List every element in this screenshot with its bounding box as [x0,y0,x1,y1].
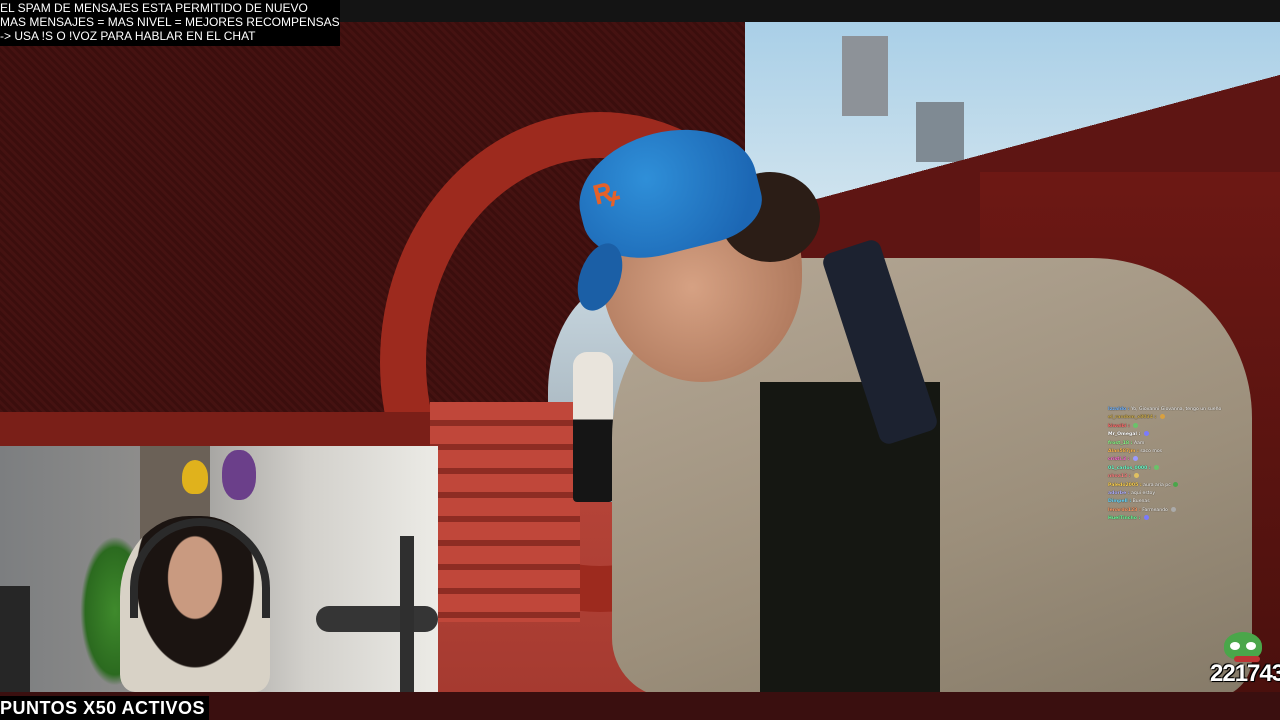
chat-username: cristi.3 : [1108,457,1130,463]
toy-figure [182,460,208,494]
chat-emote-icon [1171,506,1177,512]
chat-text: aqui estoy [1129,491,1156,497]
chat-emote-icon [1143,515,1149,521]
viewer-counter: 221743 [1210,660,1280,687]
chat-text [1151,466,1152,471]
child-figure [573,352,613,502]
chat-text: aura aria pc [1141,482,1171,488]
pepe-eye [1246,642,1256,650]
chat-username: Paledo2005 : [1108,482,1142,488]
chat-message: frost_18 : Aam [1108,440,1278,448]
chat-message: Alan587jm : saco mos [1108,448,1278,456]
chat-message: HuelTincho : [1108,515,1278,523]
chat-username: frost_18 : [1108,440,1133,446]
chat-message: Paledo2005 : aura aria pc [1108,481,1278,490]
pepe-eye [1230,642,1240,650]
chat-username: kiwaibi : [1108,423,1130,429]
chat-username: 01_carlos_0000 : [1108,465,1151,471]
red-stairs [430,402,580,622]
chat-username: Mr_Omegal : [1108,432,1141,438]
microphone-icon [316,606,438,632]
chat-message: Izzaldo : Yo, Giovanni Giovanna, tengo u… [1108,406,1278,414]
wall-mask [222,450,256,500]
chat-message: adorbe : aqui estoy [1108,490,1278,498]
chat-message: cristi.3 : [1108,456,1278,464]
chat-text [1140,432,1141,437]
notice-line: MAS MENSAJES = MAS NIVEL = MEJORES RECOM… [0,15,340,29]
spam-notice: EL SPAM DE MENSAJES ESTA PERMITIDO DE NU… [0,0,340,46]
chat-text: Farmeando [1140,507,1170,513]
chat-message: Mr_Omegal : [1108,431,1278,439]
chat-username: adorbe : [1108,491,1130,497]
chat-emote-icon [1172,481,1178,487]
chat-message: nhoa13 : [1108,473,1278,481]
chat-emote-icon [1132,456,1138,462]
chat-emote-icon [1143,431,1149,437]
points-banner: PUNTOS X50 ACTIVOS [0,696,210,720]
chat-message: 01_carlos_0000 : [1108,464,1278,473]
chat-emote-icon [1133,422,1139,428]
chat-text: Yo, Giovanni Giovanna, tengo un sueño [1129,407,1222,412]
chat-text: Buenas [1131,499,1150,505]
chat-message: kiwaibi : [1108,422,1278,431]
chat-username: lenardo123 : [1108,507,1141,513]
chat-text [1130,424,1131,429]
chat-username: el_random_x8034 : [1108,415,1157,421]
chat-message: lenardo123 : Farmeando [1108,506,1278,515]
chat-username: Dimpell : [1108,499,1132,505]
chat-username: Alan587jm : [1108,449,1139,455]
chat-message: Dimpell : Buenas [1108,498,1278,506]
chat-message: el_random_x8034 : [1108,414,1278,422]
chat-username: Izzaldo : [1108,407,1130,412]
chair [0,586,30,692]
notice-line: -> USA !S O !VOZ PARA HABLAR EN EL CHAT [0,29,256,43]
stream-viewport: ꝶ EL SPAM DE MENSAJES ESTA PERMITIDO DE … [0,0,1280,720]
pepe-head [1224,632,1262,662]
chat-text [1140,516,1141,521]
chat-text [1156,415,1157,420]
chat-username: HuelTincho : [1108,516,1141,522]
mic-stand [400,536,414,692]
chat-emote-icon [1159,414,1165,420]
streamer-webcam [0,446,438,692]
chat-username: nhoa13 : [1108,474,1131,480]
notice-line: EL SPAM DE MENSAJES ESTA PERMITIDO DE NU… [0,1,308,15]
chat-text: Aam [1132,440,1145,446]
chat-text [1129,457,1130,462]
chat-emote-icon [1134,473,1140,479]
chat-emote-icon [1154,464,1160,470]
chat-overlay: Izzaldo : Yo, Giovanni Giovanna, tengo u… [1108,406,1278,524]
chat-text [1131,474,1132,479]
chat-text: saco mos [1138,449,1163,455]
